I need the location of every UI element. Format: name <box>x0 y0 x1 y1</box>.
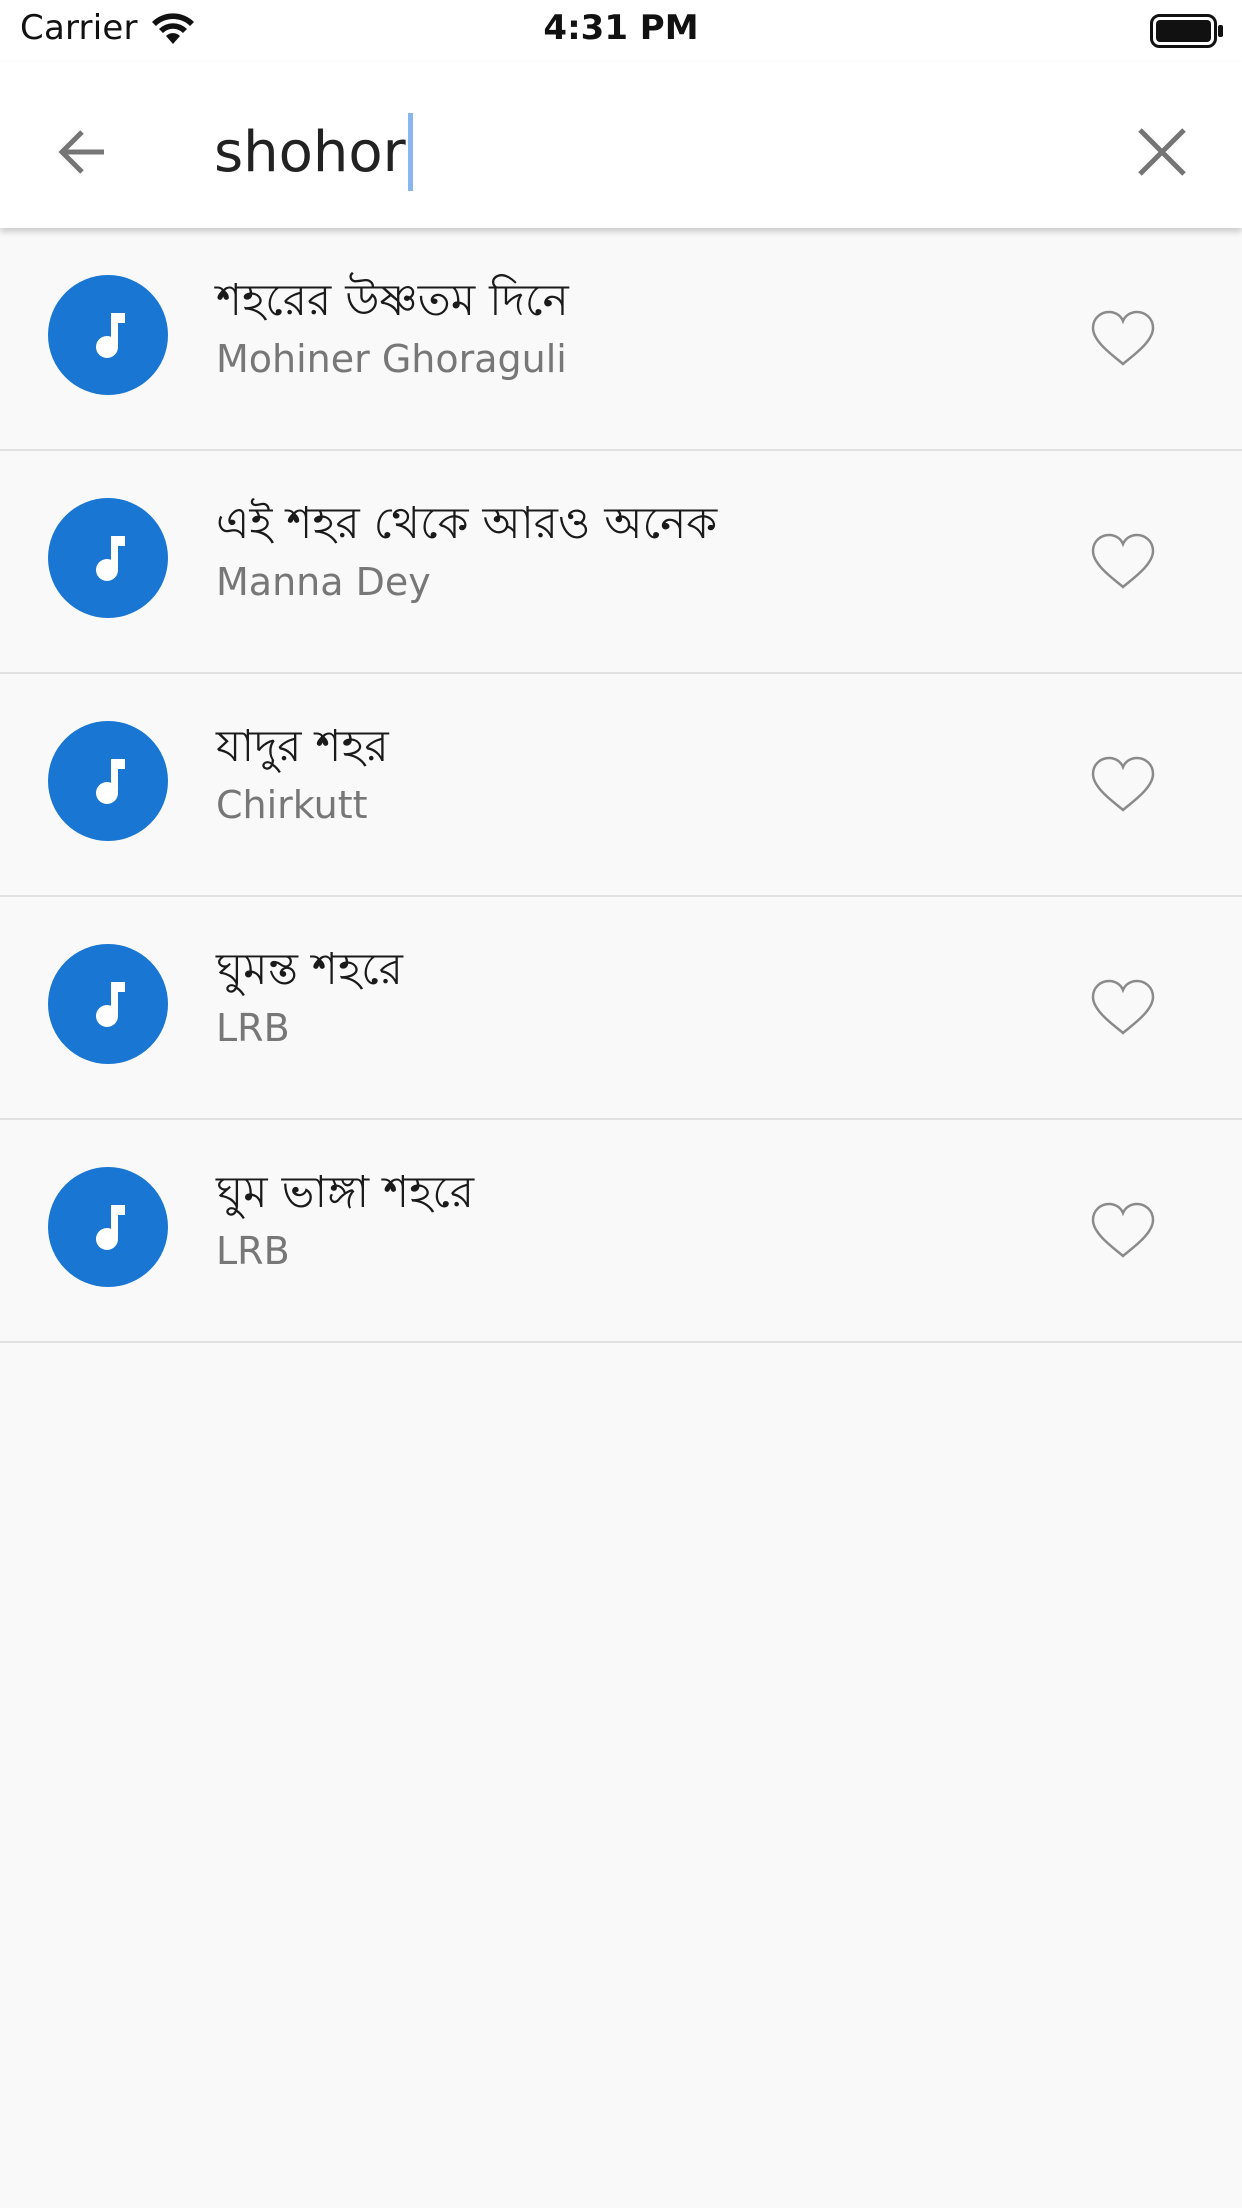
status-bar: Carrier 4:31 PM <box>0 0 1242 62</box>
list-item[interactable]: ঘুমন্ত শহরে LRB <box>0 897 1242 1120</box>
favorite-button[interactable] <box>1090 979 1156 1037</box>
heart-outline-icon <box>1091 1202 1155 1258</box>
arrow-left-icon <box>58 130 104 174</box>
search-bar: shohor <box>0 62 1242 228</box>
song-avatar <box>48 275 168 395</box>
favorite-button[interactable] <box>1090 756 1156 814</box>
song-artist: LRB <box>216 1229 290 1273</box>
list-item[interactable]: শহরের উষ্ণতম দিনে Mohiner Ghoraguli <box>0 228 1242 451</box>
search-query-text: shohor <box>214 119 406 185</box>
song-artist: Manna Dey <box>216 560 431 604</box>
music-note-icon <box>96 536 125 581</box>
heart-outline-icon <box>1091 756 1155 812</box>
song-artist: Mohiner Ghoraguli <box>216 337 567 381</box>
favorite-button[interactable] <box>1090 533 1156 591</box>
list-item[interactable]: এই শহর থেকে আরও অনেক Manna Dey <box>0 451 1242 674</box>
close-icon <box>1138 128 1186 176</box>
music-note-icon <box>96 1205 125 1250</box>
music-note-icon <box>96 759 125 804</box>
heart-outline-icon <box>1091 979 1155 1035</box>
text-caret <box>407 113 413 191</box>
song-title: যাদুর শহর <box>216 721 389 772</box>
song-title: ঘুমন্ত শহরে <box>216 944 403 995</box>
song-title: ঘুম ভাঙ্গা শহরে <box>216 1167 475 1218</box>
search-results-list: শহরের উষ্ণতম দিনে Mohiner Ghoraguli এই শ… <box>0 228 1242 1343</box>
list-item[interactable]: যাদুর শহর Chirkutt <box>0 674 1242 897</box>
status-time: 4:31 PM <box>543 8 699 48</box>
heart-outline-icon <box>1091 310 1155 366</box>
music-note-icon <box>96 982 125 1027</box>
list-item[interactable]: ঘুম ভাঙ্গা শহরে LRB <box>0 1120 1242 1343</box>
song-avatar <box>48 1167 168 1287</box>
song-artist: Chirkutt <box>216 783 368 827</box>
favorite-button[interactable] <box>1090 310 1156 368</box>
search-input[interactable]: shohor <box>214 102 413 202</box>
song-avatar <box>48 498 168 618</box>
clear-search-button[interactable] <box>1122 112 1202 192</box>
song-avatar <box>48 721 168 841</box>
back-button[interactable] <box>44 112 124 192</box>
battery-icon <box>1150 14 1224 52</box>
music-note-icon <box>96 313 125 358</box>
song-artist: LRB <box>216 1006 290 1050</box>
song-avatar <box>48 944 168 1064</box>
song-title: এই শহর থেকে আরও অনেক <box>216 498 718 549</box>
song-title: শহরের উষ্ণতম দিনে <box>216 275 569 326</box>
heart-outline-icon <box>1091 533 1155 589</box>
favorite-button[interactable] <box>1090 1202 1156 1260</box>
